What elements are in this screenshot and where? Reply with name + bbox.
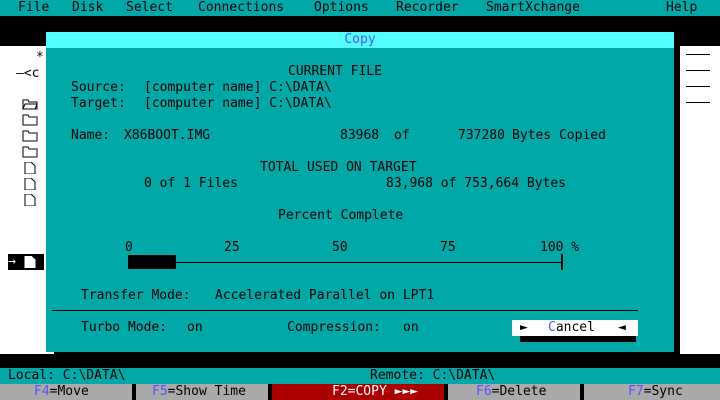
dialog-title: Copy: [344, 32, 376, 47]
file-icon[interactable]: [22, 178, 38, 190]
progress-end-marker: [561, 254, 563, 270]
fkey-label: =Move: [49, 384, 89, 399]
of-word: of: [394, 128, 410, 143]
f7-sync-key[interactable]: F7=Sync: [584, 384, 720, 400]
files-summary: 0 of 1 Files: [144, 176, 238, 191]
fkey-label: =Show Time: [167, 384, 246, 399]
menu-recorder[interactable]: Recorder: [396, 0, 459, 16]
panel-line: [686, 70, 710, 71]
transfer-mode-label: Transfer Mode:: [81, 288, 191, 303]
f6-delete-key[interactable]: F6=Delete: [448, 384, 580, 400]
dialog-divider: [52, 310, 638, 311]
progress-fill: [128, 255, 176, 269]
panel-line: [686, 102, 710, 103]
function-key-bar: F4=Move F5=Show Time F2=COPY ►►► F6=Dele…: [0, 384, 720, 400]
folder-icon[interactable]: [22, 146, 38, 158]
selected-file-row[interactable]: →: [8, 254, 44, 270]
fkey-number: F7: [628, 384, 644, 399]
file-name: X86BOOT.IMG: [124, 128, 211, 143]
percent-heading: Percent Complete: [278, 208, 404, 223]
folder-open-icon[interactable]: [22, 98, 38, 110]
file-icon[interactable]: [22, 194, 38, 206]
target-value: [computer name] C:\DATA\: [144, 96, 332, 111]
menu-smartxchange[interactable]: SmartXchange: [486, 0, 580, 16]
tick-label: 0: [125, 240, 133, 255]
fkey-number: F6: [476, 384, 492, 399]
fkey-number: F5: [152, 384, 168, 399]
compression-label: Compression:: [287, 320, 381, 335]
left-panel-marker: *: [36, 50, 44, 65]
total-used-heading: TOTAL USED ON TARGET: [260, 160, 417, 175]
selection-arrow-icon: →: [8, 254, 16, 269]
bytes-copied: 83968: [340, 128, 380, 143]
left-panel-path-fragment: —<c: [16, 66, 40, 81]
local-path-bar: Local: C:\DATA\: [0, 368, 358, 384]
file-icon[interactable]: [22, 162, 38, 174]
remote-path: Remote: C:\DATA\: [370, 368, 496, 383]
copy-dialog: Copy CURRENT FILE Source: [computer name…: [46, 32, 674, 352]
menu-select[interactable]: Select: [126, 0, 173, 16]
panel-line: [686, 54, 710, 55]
fkey-label: =COPY ►►►: [347, 384, 419, 399]
fkey-label: =Delete: [491, 384, 547, 399]
transfer-mode-value: Accelerated Parallel on LPT1: [215, 288, 435, 303]
menu-help[interactable]: Help: [666, 0, 697, 16]
progress-track: [128, 262, 562, 263]
f4-move-key[interactable]: F4=Move: [0, 384, 132, 400]
tick-label: 100 %: [540, 240, 580, 255]
fkey-label: =Sync: [643, 384, 683, 399]
dialog-body: CURRENT FILE Source: [computer name] C:\…: [46, 48, 674, 352]
menu-disk[interactable]: Disk: [72, 0, 103, 16]
menu-bar: File Disk Select Connections Options Rec…: [0, 0, 720, 16]
current-file-heading: CURRENT FILE: [288, 64, 382, 79]
tick-label: 75: [440, 240, 456, 255]
cancel-hotkey: C: [548, 320, 556, 335]
f2-copy-key[interactable]: F2=COPY ►►►: [272, 384, 444, 400]
bytes-copied-suffix: Bytes Copied: [512, 128, 606, 143]
right-file-panel[interactable]: [674, 46, 720, 354]
turbo-mode-value: on: [187, 320, 203, 335]
name-label: Name:: [71, 128, 111, 143]
arrow-right-icon: ►: [520, 320, 528, 335]
folder-icon[interactable]: [22, 130, 38, 142]
fkey-number: F4: [34, 384, 50, 399]
arrow-left-icon: ◄: [618, 320, 626, 335]
menu-connections[interactable]: Connections: [198, 0, 284, 16]
dialog-titlebar[interactable]: Copy: [46, 32, 674, 48]
target-label: Target:: [71, 96, 126, 111]
cancel-button-label: Cancel: [548, 320, 595, 336]
file-total-bytes: 737280: [458, 128, 505, 143]
cancel-button[interactable]: ► Cancel ◄: [512, 320, 638, 336]
file-icon: [24, 256, 36, 268]
source-value: [computer name] C:\DATA\: [144, 80, 332, 95]
fkey-number: F2: [332, 384, 348, 399]
compression-value: on: [403, 320, 419, 335]
f5-show-time-key[interactable]: F5=Show Time: [136, 384, 268, 400]
folder-icon[interactable]: [22, 114, 38, 126]
tick-label: 50: [332, 240, 348, 255]
menu-file[interactable]: File: [18, 0, 49, 16]
cancel-label-rest: ancel: [555, 320, 595, 335]
turbo-mode-label: Turbo Mode:: [81, 320, 168, 335]
bytes-summary: 83,968 of 753,664 Bytes: [386, 176, 567, 191]
tick-label: 25: [224, 240, 240, 255]
menu-options[interactable]: Options: [314, 0, 369, 16]
remote-path-bar: Remote: C:\DATA\: [362, 368, 720, 384]
panel-line: [686, 86, 710, 87]
local-path: Local: C:\DATA\: [8, 368, 126, 383]
source-label: Source:: [71, 80, 126, 95]
